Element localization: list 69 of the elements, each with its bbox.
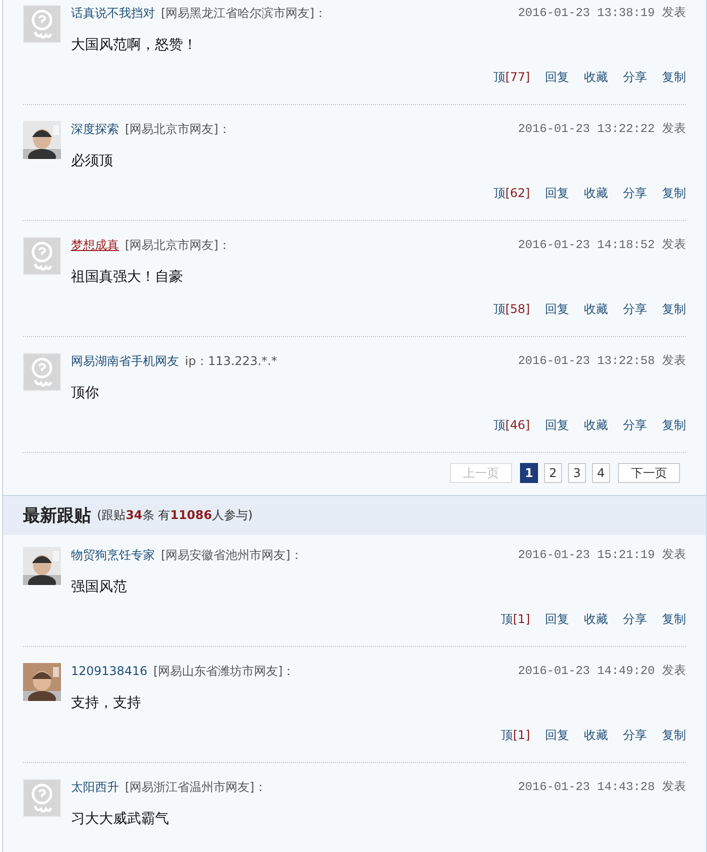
comment-text: 习大大威武霸气 xyxy=(71,811,169,827)
username-link[interactable]: 梦想成真 xyxy=(71,237,119,253)
user-origin: ip：113.223.*.* xyxy=(185,353,278,369)
username-link[interactable]: 1209138416 xyxy=(71,663,148,679)
action-link[interactable]: 复制 xyxy=(662,69,686,85)
action-link[interactable]: 复制 xyxy=(662,185,686,201)
comment-text: 必须顶 xyxy=(71,153,113,169)
post-time: 2016-01-23 15:21:19 发表 xyxy=(518,547,686,563)
section-title: 最新跟贴 xyxy=(23,505,91,527)
action-link[interactable]: 回复 xyxy=(545,185,569,201)
user-origin: [网易北京市网友]： xyxy=(125,237,230,253)
upvote-link[interactable]: 顶[46] xyxy=(493,417,530,433)
action-link[interactable]: 收藏 xyxy=(584,727,608,743)
username-link[interactable]: 话真说不我挡对 xyxy=(71,5,155,21)
action-link[interactable]: 分享 xyxy=(623,69,647,85)
default-avatar-icon xyxy=(23,237,61,275)
user-origin: [网易山东省潍坊市网友]： xyxy=(153,663,295,679)
comment-text: 顶你 xyxy=(71,385,99,401)
username-link[interactable]: 网易湖南省手机网友 xyxy=(71,353,179,369)
action-link[interactable]: 收藏 xyxy=(584,69,608,85)
action-link[interactable]: 复制 xyxy=(662,727,686,743)
action-link[interactable]: 回复 xyxy=(545,727,569,743)
comment-text: 祖国真强大！自豪 xyxy=(71,269,183,285)
username-link[interactable]: 深度探索 xyxy=(71,121,119,137)
user-origin: [网易安徽省池州市网友]： xyxy=(161,547,302,563)
comment-text: 强国风范 xyxy=(71,579,127,595)
post-time: 2016-01-23 14:49:20 发表 xyxy=(518,663,686,679)
action-link[interactable]: 分享 xyxy=(623,301,647,317)
action-link[interactable]: 分享 xyxy=(623,611,647,627)
action-link[interactable]: 回复 xyxy=(545,611,569,627)
post-time: 2016-01-23 13:22:22 发表 xyxy=(518,121,686,137)
action-link[interactable]: 回复 xyxy=(545,69,569,85)
action-link[interactable]: 分享 xyxy=(623,417,647,433)
page-button[interactable]: 3 xyxy=(568,463,586,483)
upvote-link[interactable]: 顶[58] xyxy=(493,301,530,317)
post-time: 2016-01-23 14:43:28 发表 xyxy=(518,779,686,795)
page-button[interactable]: 1 xyxy=(520,463,538,483)
default-avatar-icon xyxy=(23,5,61,43)
action-link[interactable]: 收藏 xyxy=(584,301,608,317)
username-link[interactable]: 太阳西升 xyxy=(71,779,119,795)
comment-text: 大国风范啊，怒赞！ xyxy=(71,37,197,53)
action-link[interactable]: 收藏 xyxy=(584,417,608,433)
action-link[interactable]: 收藏 xyxy=(584,611,608,627)
page-button[interactable]: 4 xyxy=(592,463,610,483)
action-link[interactable]: 分享 xyxy=(623,727,647,743)
post-time: 2016-01-23 13:38:19 发表 xyxy=(518,5,686,21)
upvote-link[interactable]: 顶[1] xyxy=(501,727,530,743)
user-origin: [网易黑龙江省哈尔滨市网友]： xyxy=(161,5,326,21)
user-origin: [网易北京市网友]： xyxy=(125,121,230,137)
upvote-link[interactable]: 顶[77] xyxy=(493,69,530,85)
post-time: 2016-01-23 13:22:58 发表 xyxy=(518,353,686,369)
username-link[interactable]: 物贸狗烹饪专家 xyxy=(71,547,155,563)
upvote-link[interactable]: 顶[1] xyxy=(501,611,530,627)
action-link[interactable]: 分享 xyxy=(623,185,647,201)
action-link[interactable]: 回复 xyxy=(545,301,569,317)
action-link[interactable]: 复制 xyxy=(662,301,686,317)
post-time: 2016-01-23 14:18:52 发表 xyxy=(518,237,686,253)
comment-summary: (跟贴34条 有11086人参与) xyxy=(97,507,253,524)
comment-text: 支持，支持 xyxy=(71,695,141,711)
user-origin: [网易浙江省温州市网友]： xyxy=(125,779,266,795)
upvote-link[interactable]: 顶[62] xyxy=(493,185,530,201)
action-link[interactable]: 复制 xyxy=(662,611,686,627)
page-button[interactable]: 2 xyxy=(544,463,562,483)
action-link[interactable]: 复制 xyxy=(662,417,686,433)
default-avatar-icon xyxy=(23,353,61,391)
action-link[interactable]: 回复 xyxy=(545,417,569,433)
default-avatar-icon xyxy=(23,779,61,817)
next-page-button[interactable]: 下一页 xyxy=(618,463,680,483)
action-link[interactable]: 收藏 xyxy=(584,185,608,201)
